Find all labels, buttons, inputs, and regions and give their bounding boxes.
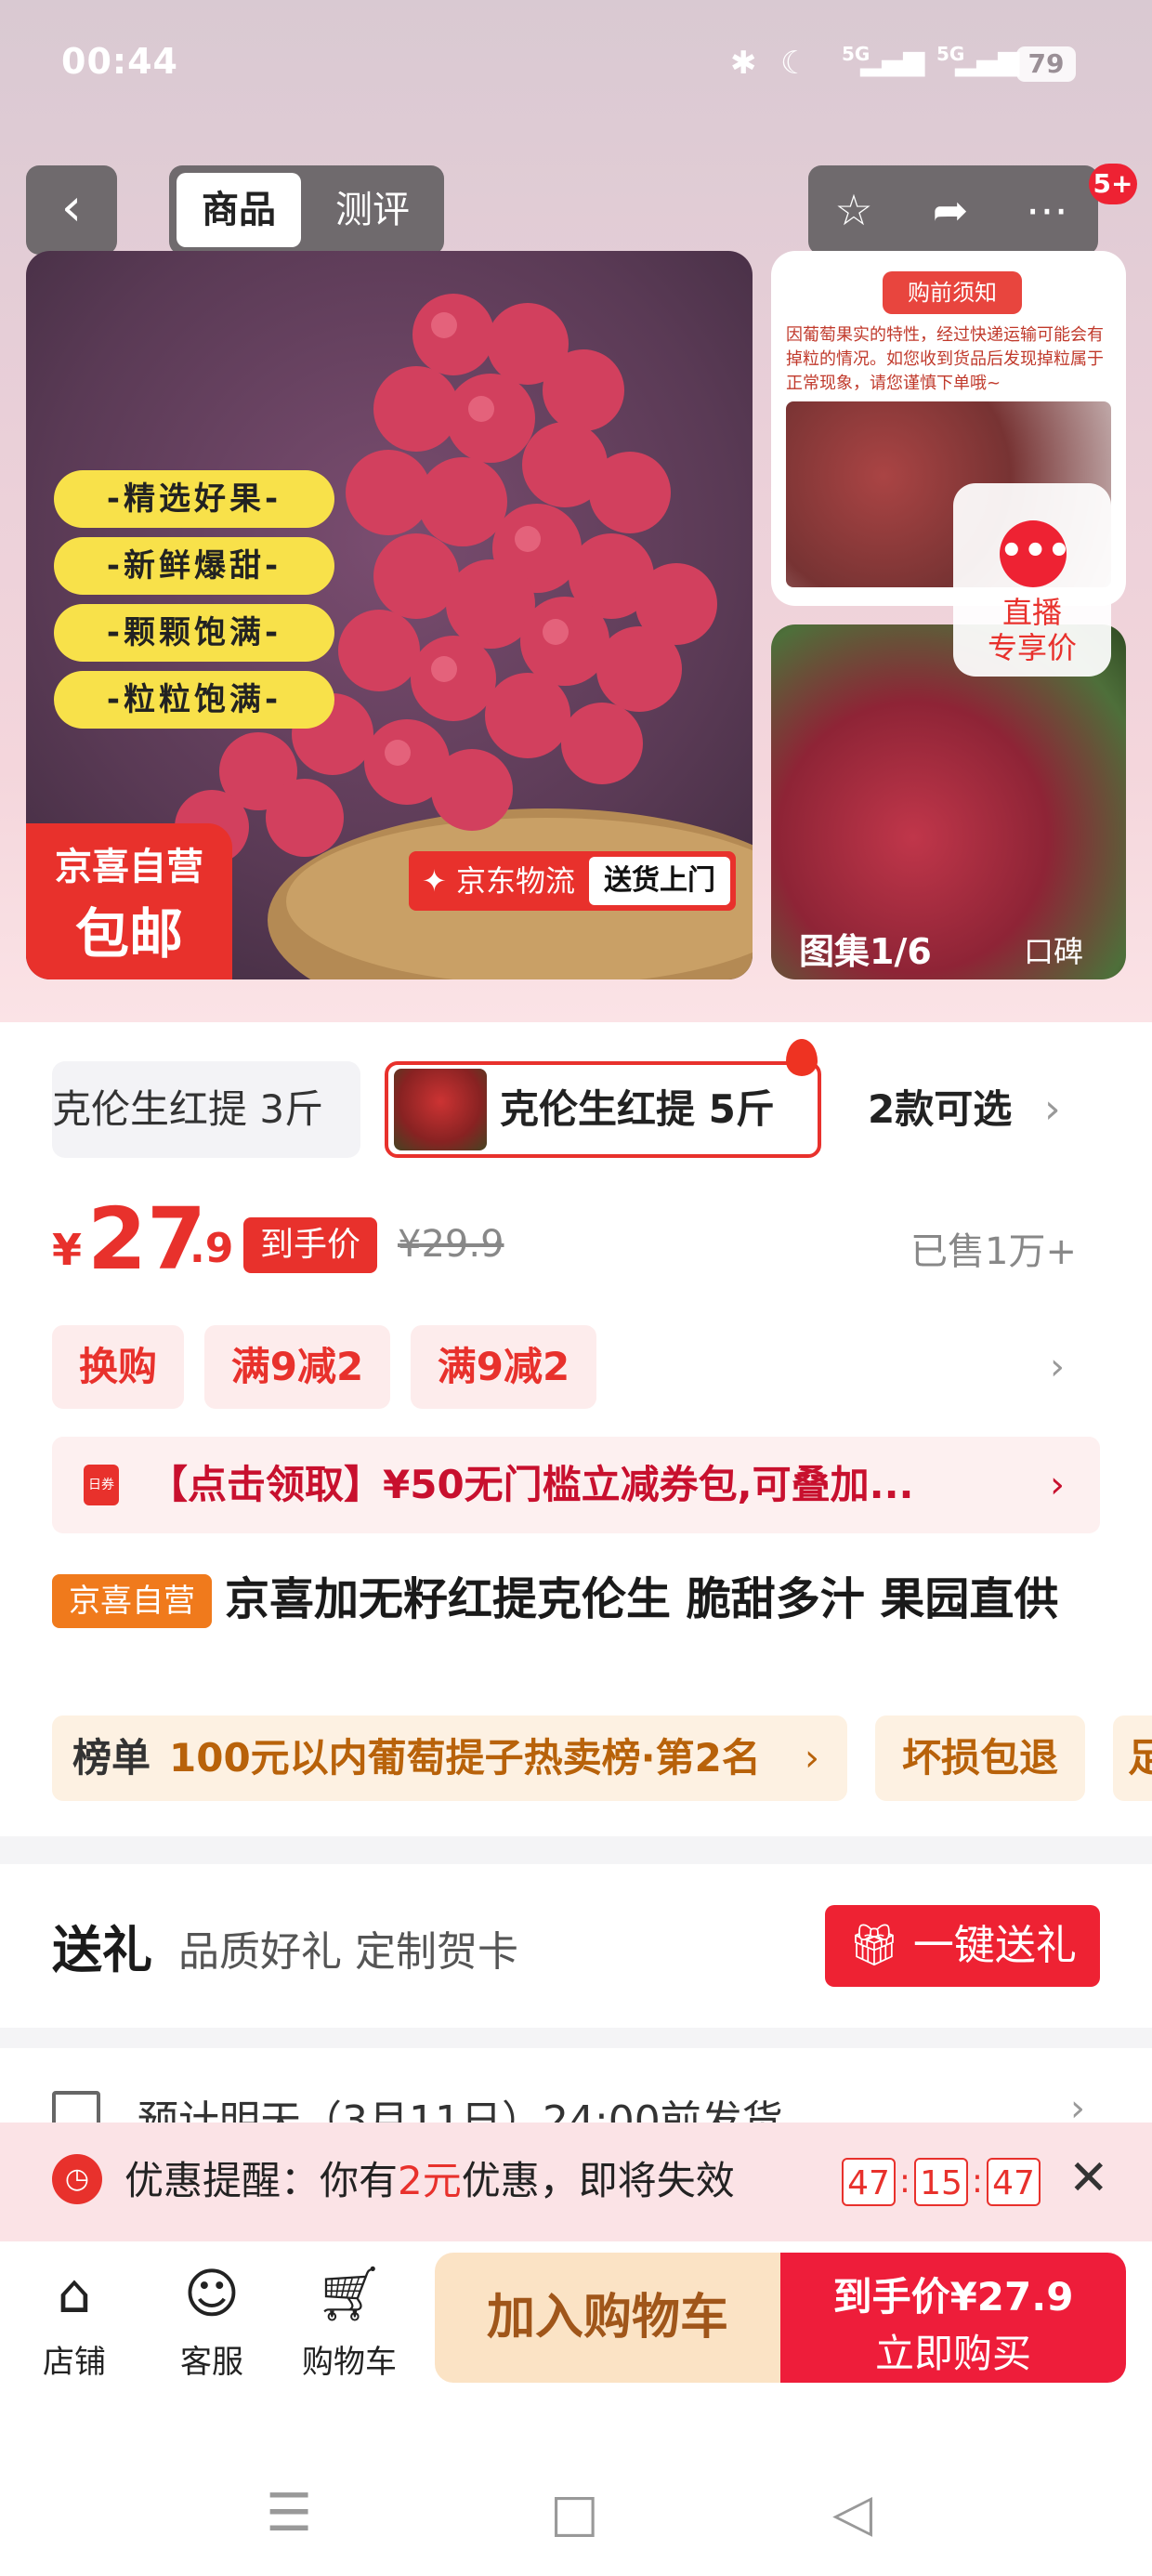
- add-to-cart-button[interactable]: 加入购物车: [435, 2253, 780, 2383]
- reminder-amount: 2元: [398, 2158, 462, 2203]
- back-triangle-icon[interactable]: ◁: [832, 2483, 872, 2543]
- battery-indicator: 79: [1016, 46, 1076, 82]
- signal-bars-icon: ▂▄▆: [955, 45, 1020, 77]
- chevron-left-icon: ‹: [60, 177, 83, 238]
- countdown-minutes: 15: [914, 2158, 968, 2206]
- countdown-separator: :: [971, 2162, 984, 2201]
- hot-flame-icon: [786, 1039, 818, 1076]
- logistics-label: 京东物流: [455, 863, 575, 899]
- ranking-label: 榜单: [72, 1735, 151, 1781]
- gift-subtitle: 品质好礼 定制贺卡: [178, 1928, 518, 1976]
- promo-trade-in[interactable]: 换购: [52, 1325, 184, 1409]
- share-icon[interactable]: ➦: [909, 173, 992, 247]
- moon-icon: ☾: [780, 45, 809, 82]
- shop-icon[interactable]: ⌂: [37, 2256, 111, 2331]
- self-operated-label: 京喜自营: [55, 846, 203, 888]
- notice-text: 因葡萄果实的特性，经过快递运输可能会有掉粒的情况。如您收到货品后发现掉粒属于正常…: [786, 325, 1104, 393]
- logistics-dog-icon: ✦: [422, 863, 447, 899]
- customer-service-icon[interactable]: ☺: [175, 2256, 249, 2331]
- bluetooth-icon: ✱: [730, 45, 757, 82]
- back-button[interactable]: ‹: [26, 165, 117, 255]
- countdown-seconds: 47: [987, 2158, 1041, 2206]
- menu-icon[interactable]: ☰: [266, 2483, 312, 2543]
- status-time: 00:44: [61, 41, 178, 82]
- message-badge: 5+: [1089, 164, 1137, 204]
- gift-icon: 🎁︎: [848, 1922, 900, 1969]
- sold-count: 已售1万+: [910, 1230, 1077, 1273]
- tab-product[interactable]: 商品: [177, 173, 301, 247]
- variant-option-3jin[interactable]: 克伦生红提 3斤: [52, 1061, 360, 1158]
- variant-more-button[interactable]: 2款可选: [868, 1061, 1012, 1158]
- star-icon[interactable]: ☆: [812, 173, 896, 247]
- tab-review[interactable]: 测评: [310, 173, 435, 247]
- reminder-suffix: 优惠，即将失效: [461, 2158, 735, 2203]
- service-chip-partial[interactable]: 足: [1113, 1715, 1152, 1801]
- variant-thumbnail: [394, 1069, 487, 1150]
- door-delivery-label: 送货上门: [589, 857, 730, 905]
- chevron-right-icon[interactable]: ›: [1050, 1325, 1065, 1409]
- variant-option-5jin-label: 克伦生红提 5斤: [500, 1086, 775, 1132]
- live-icon: •••: [1000, 520, 1071, 587]
- damage-refund-chip[interactable]: 坏损包退: [875, 1715, 1085, 1801]
- original-price: ¥29.9: [398, 1223, 504, 1266]
- jd-logistics-badge: ✦ 京东物流 送货上门: [409, 851, 736, 911]
- send-gift-button[interactable]: 🎁︎ 一键送礼: [825, 1905, 1100, 1987]
- price-integer: 27: [87, 1189, 207, 1289]
- coupon-icon: 日券: [84, 1465, 119, 1505]
- chevron-right-icon: ›: [805, 1737, 819, 1780]
- feature-pill: -新鲜爆甜-: [54, 537, 334, 595]
- buy-now-price: 到手价¥27.9: [832, 2274, 1074, 2320]
- price-decimal: .9: [190, 1225, 234, 1272]
- live-label-line1: 直播: [1001, 595, 1062, 630]
- cart-label[interactable]: 购物车: [294, 2336, 405, 2382]
- section-divider: [0, 1836, 1152, 1864]
- send-gift-label: 一键送礼: [912, 1922, 1077, 1969]
- home-icon[interactable]: □: [550, 2483, 599, 2543]
- signal-bars-icon: ▂▄▆: [860, 45, 925, 77]
- reminder-text: 优惠提醒：你有2元优惠，即将失效: [124, 2154, 735, 2208]
- self-operated-tag: 京喜自营: [52, 1574, 212, 1628]
- chevron-right-icon[interactable]: ›: [1050, 1437, 1065, 1533]
- section-divider: [0, 2028, 1152, 2048]
- feature-pill: -粒粒饱满-: [54, 671, 334, 729]
- close-icon[interactable]: ✕: [1068, 2150, 1109, 2206]
- free-shipping-label: 包邮: [74, 902, 183, 966]
- clock-icon: ◷: [52, 2154, 102, 2204]
- notice-title: 购前须知: [883, 271, 1022, 314]
- price-currency: ¥: [52, 1225, 83, 1275]
- feature-pill: -精选好果-: [54, 470, 334, 528]
- gift-section-title: 送礼: [52, 1921, 152, 1979]
- buy-now-button[interactable]: 到手价¥27.9 立即购买: [780, 2253, 1126, 2383]
- feature-pill: -颗颗饱满-: [54, 604, 334, 662]
- cart-icon[interactable]: 🛒︎: [312, 2256, 386, 2331]
- reputation-label[interactable]: 口碑: [1024, 926, 1126, 978]
- customer-service-label[interactable]: 客服: [156, 2336, 268, 2382]
- coupon-text: 【点击领取】¥50无门槛立减券包,可叠加...: [149, 1462, 914, 1507]
- live-price-label: 直播 专享价: [953, 595, 1111, 665]
- shop-label[interactable]: 店铺: [19, 2336, 130, 2382]
- promo-discount[interactable]: 满9减2: [411, 1325, 596, 1409]
- gallery-counter[interactable]: 图集1/6: [799, 926, 1013, 978]
- countdown-hours: 47: [842, 2158, 896, 2206]
- ranking-text: 100元以内葡萄提子热卖榜·第2名: [169, 1735, 761, 1781]
- chevron-right-icon[interactable]: ›: [1044, 1061, 1061, 1158]
- countdown-separator: :: [898, 2162, 911, 2201]
- final-price-tag: 到手价: [243, 1217, 377, 1273]
- self-operated-free-shipping-badge: 京喜自营 包邮: [26, 823, 232, 979]
- more-icon[interactable]: ⋯: [1005, 173, 1089, 247]
- reminder-prefix: 优惠提醒：你有: [124, 2158, 399, 2203]
- promo-discount[interactable]: 满9减2: [204, 1325, 390, 1409]
- buy-now-label: 立即购买: [874, 2331, 1031, 2376]
- live-label-line2: 专享价: [987, 630, 1077, 665]
